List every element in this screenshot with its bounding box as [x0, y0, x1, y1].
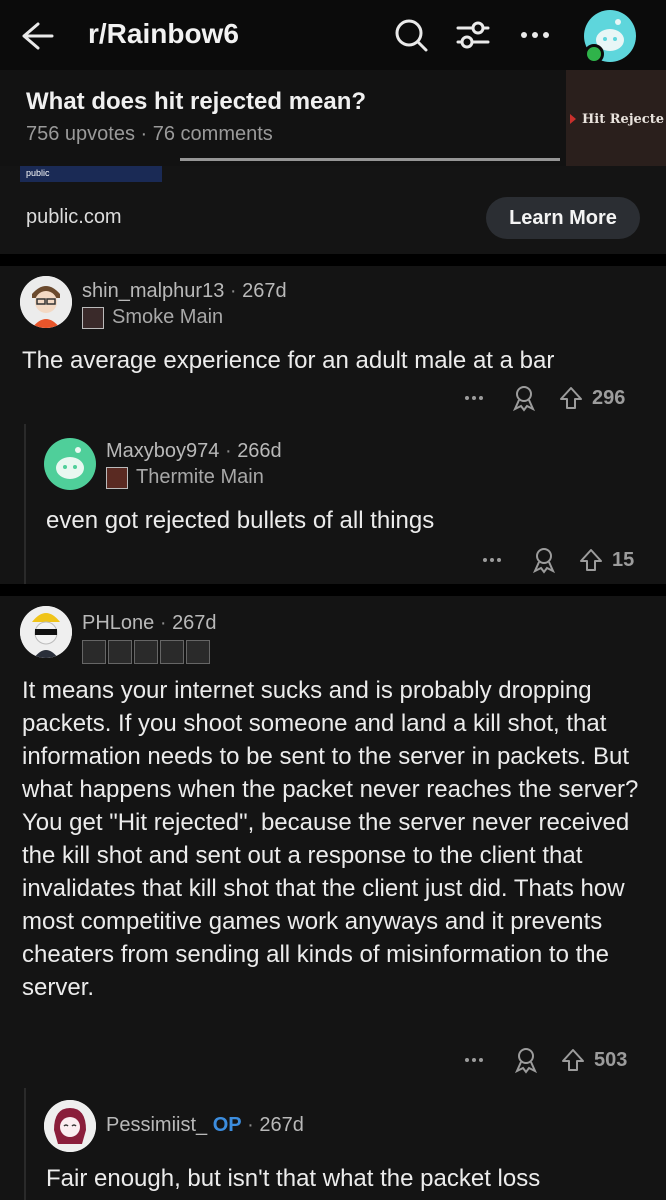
- vote-count: 296: [592, 386, 626, 409]
- online-status-dot: [584, 44, 604, 64]
- upvote-icon[interactable]: [578, 547, 604, 573]
- thermite-flair-icon: [106, 466, 128, 489]
- post-title: What does hit rejected mean?: [26, 88, 367, 115]
- post-thumbnail[interactable]: Hit Rejecte: [566, 70, 666, 166]
- comment-actions: 503: [462, 1046, 627, 1074]
- comment-age: 267d: [172, 612, 217, 634]
- back-arrow-icon[interactable]: [18, 18, 54, 54]
- thread-line: [24, 1088, 26, 1200]
- ad-url[interactable]: public.com: [26, 206, 122, 229]
- more-icon[interactable]: [516, 16, 554, 54]
- username[interactable]: Maxyboy974: [106, 440, 219, 462]
- more-options-icon[interactable]: [462, 1048, 486, 1072]
- flair-text: Smoke Main: [112, 306, 224, 328]
- ad-brand-label: public: [26, 168, 50, 178]
- upvote-icon[interactable]: [558, 385, 584, 411]
- thread-line: [24, 424, 26, 584]
- award-icon[interactable]: [512, 1046, 540, 1074]
- top-bar: r/Rainbow6: [0, 0, 666, 70]
- operator-badge-icon: [160, 640, 184, 664]
- operator-badge-icon: [134, 640, 158, 664]
- comment-meta: shin_malphur13 · 267d: [82, 280, 287, 302]
- username[interactable]: PHLone: [82, 612, 154, 634]
- subreddit-title[interactable]: r/Rainbow6: [88, 18, 239, 50]
- more-options-icon[interactable]: [462, 386, 486, 410]
- upvote-icon[interactable]: [560, 1047, 586, 1073]
- post-header[interactable]: What does hit rejected mean? 756 upvotes…: [0, 70, 666, 167]
- comment-body: It means your internet sucks and is prob…: [22, 677, 639, 1001]
- comment-age: 267d: [259, 1114, 304, 1136]
- user-flair: Smoke Main: [82, 306, 223, 329]
- comment-avatar[interactable]: [20, 606, 72, 658]
- award-icon[interactable]: [510, 384, 538, 412]
- comment-avatar[interactable]: [44, 438, 96, 490]
- comment-age: 267d: [242, 280, 287, 302]
- operator-badge-icon: [186, 640, 210, 664]
- comment-age: 266d: [237, 440, 282, 462]
- thumbnail-arrow-icon: [570, 114, 576, 124]
- more-options-icon[interactable]: [480, 548, 504, 572]
- filter-icon[interactable]: [454, 16, 492, 54]
- comment-body: Fair enough, but isn't that what the pac…: [46, 1165, 541, 1192]
- promoted-ad[interactable]: public public.com Learn More: [0, 158, 666, 254]
- username[interactable]: shin_malphur13: [82, 280, 224, 302]
- learn-more-button[interactable]: Learn More: [486, 197, 640, 239]
- flair-badges: [82, 640, 210, 664]
- search-icon[interactable]: [392, 16, 430, 54]
- vote-count: 15: [612, 548, 635, 571]
- comment-avatar[interactable]: [20, 276, 72, 328]
- comment-avatar[interactable]: [44, 1100, 96, 1152]
- divider: [0, 254, 666, 266]
- comment-meta: Pessimiist_ OP · 267d: [106, 1114, 304, 1136]
- comment-thread: shin_malphur13 · 267d Smoke Main The ave…: [0, 266, 666, 584]
- operator-badge-icon: [82, 640, 106, 664]
- comment-body: The average experience for an adult male…: [22, 347, 555, 374]
- ad-image: public: [20, 166, 162, 182]
- comment-actions: 15: [480, 546, 634, 574]
- post-meta: 756 upvotes · 76 comments: [26, 123, 273, 145]
- op-badge: OP: [212, 1114, 242, 1136]
- operator-badge-icon: [108, 640, 132, 664]
- username[interactable]: Pessimiist_: [106, 1114, 207, 1136]
- comment-actions: 296: [462, 384, 625, 412]
- comment-meta: Maxyboy974 · 266d: [106, 440, 282, 462]
- flair-text: Thermite Main: [136, 466, 264, 488]
- smoke-flair-icon: [82, 306, 104, 329]
- thumbnail-text: Hit Rejecte: [582, 112, 664, 127]
- award-icon[interactable]: [530, 546, 558, 574]
- comment-thread: PHLone · 267d It means your internet suc…: [0, 596, 666, 1200]
- ad-clipped-text: [180, 158, 560, 175]
- user-flair: Thermite Main: [106, 466, 264, 489]
- comment-body: even got rejected bullets of all things: [46, 507, 435, 534]
- divider: [0, 584, 666, 596]
- vote-count: 503: [594, 1048, 628, 1071]
- comment-meta: PHLone · 267d: [82, 612, 217, 634]
